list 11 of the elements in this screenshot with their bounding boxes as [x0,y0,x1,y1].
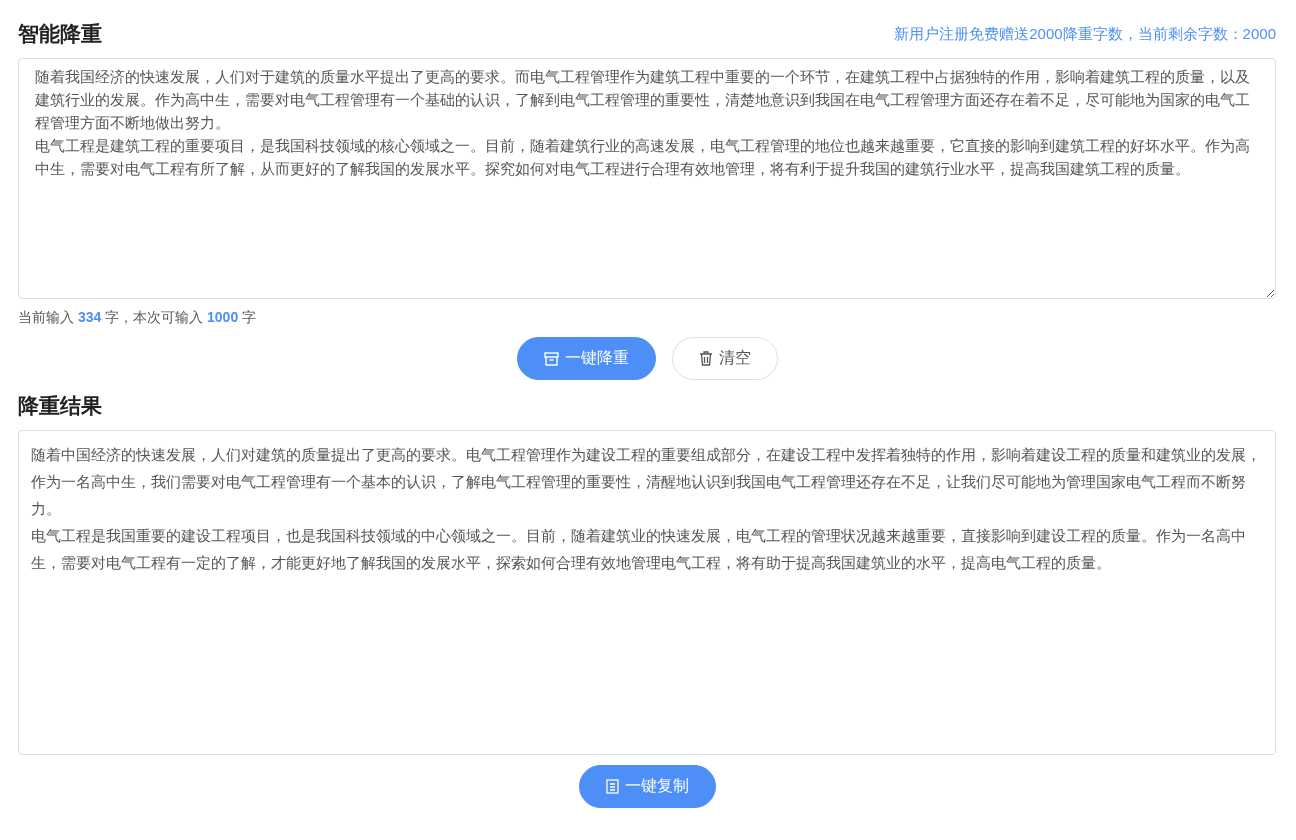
page-title: 智能降重 [18,21,102,47]
word-count-text: 当前输入 334 字，本次可输入 1000 字 [18,309,257,327]
input-field[interactable]: 随着我国经济的快速发展，人们对于建筑的质量水平提出了更高的要求。而电气工程管理作为建筑工程中重要的一个环节，在建筑工程中占据独特的作用，影响着建筑工程的质量，以及建筑行业的发展。作为高中生，需要对电气工程管理有一个基础的认识，了解到电气工程管理的重要性，清楚地意识到我国在电气工程管理方面还存在着不足，尽可能地为国家的电气工程管理方面不断地做出努力。 电气工程是建筑工程的重要项目，是我国科技领域的核心领域之一。目前，随着建筑行业的高速发展，电气工程管理的地位也越来越重要，它直接的影响到建筑工程的好坏水平。作为高中生，需要对电气工程有所了解，从而更好的了解我国的发展水平。探究如何对电气工程进行合理有效地管理，将有利于提升我国的建筑行业水平，提高我国建筑工程的质量。 [18,58,1276,299]
clear-button[interactable]: 清空 [671,337,778,380]
document-icon [605,779,619,794]
result-paragraph: 随着中国经济的快速发展，人们对建筑的质量提出了更高的要求。电气工程管理作为建设工程的重要组成部分，在建设工程中发挥着独特的作用，影响着建设工程的质量和建筑业的发展，作为一名高中生，我们需要对电气工程管理有一个基本的认识，了解电气工程管理的重要性，清醒地认识到我国电气工程管理还存在不足，让我们尽可能地为管理国家电气工程而不断努力。 [31,445,1262,519]
result-paragraph: 电气工程是我国重要的建设工程项目，也是我国科技领域的中心领域之一。目前，随着建筑业的快速发展，电气工程的管理状况越来越重要，直接影响到建设工程的质量。作为一名高中生，需要对电气工程有一定的了解，才能更好地了解我国的发展水平，探索如何合理有效地管理电气工程，将有助于提高我国建筑业的水平，提高电气工程的质量。 [31,526,1247,573]
archive-icon [543,351,559,366]
section-title: 降重结果 [18,393,103,419]
trash-icon [698,351,713,366]
free-words-notice: 新用户注册免费赠送2000降重字数，当前剩余字数：2000 [894,25,1276,44]
